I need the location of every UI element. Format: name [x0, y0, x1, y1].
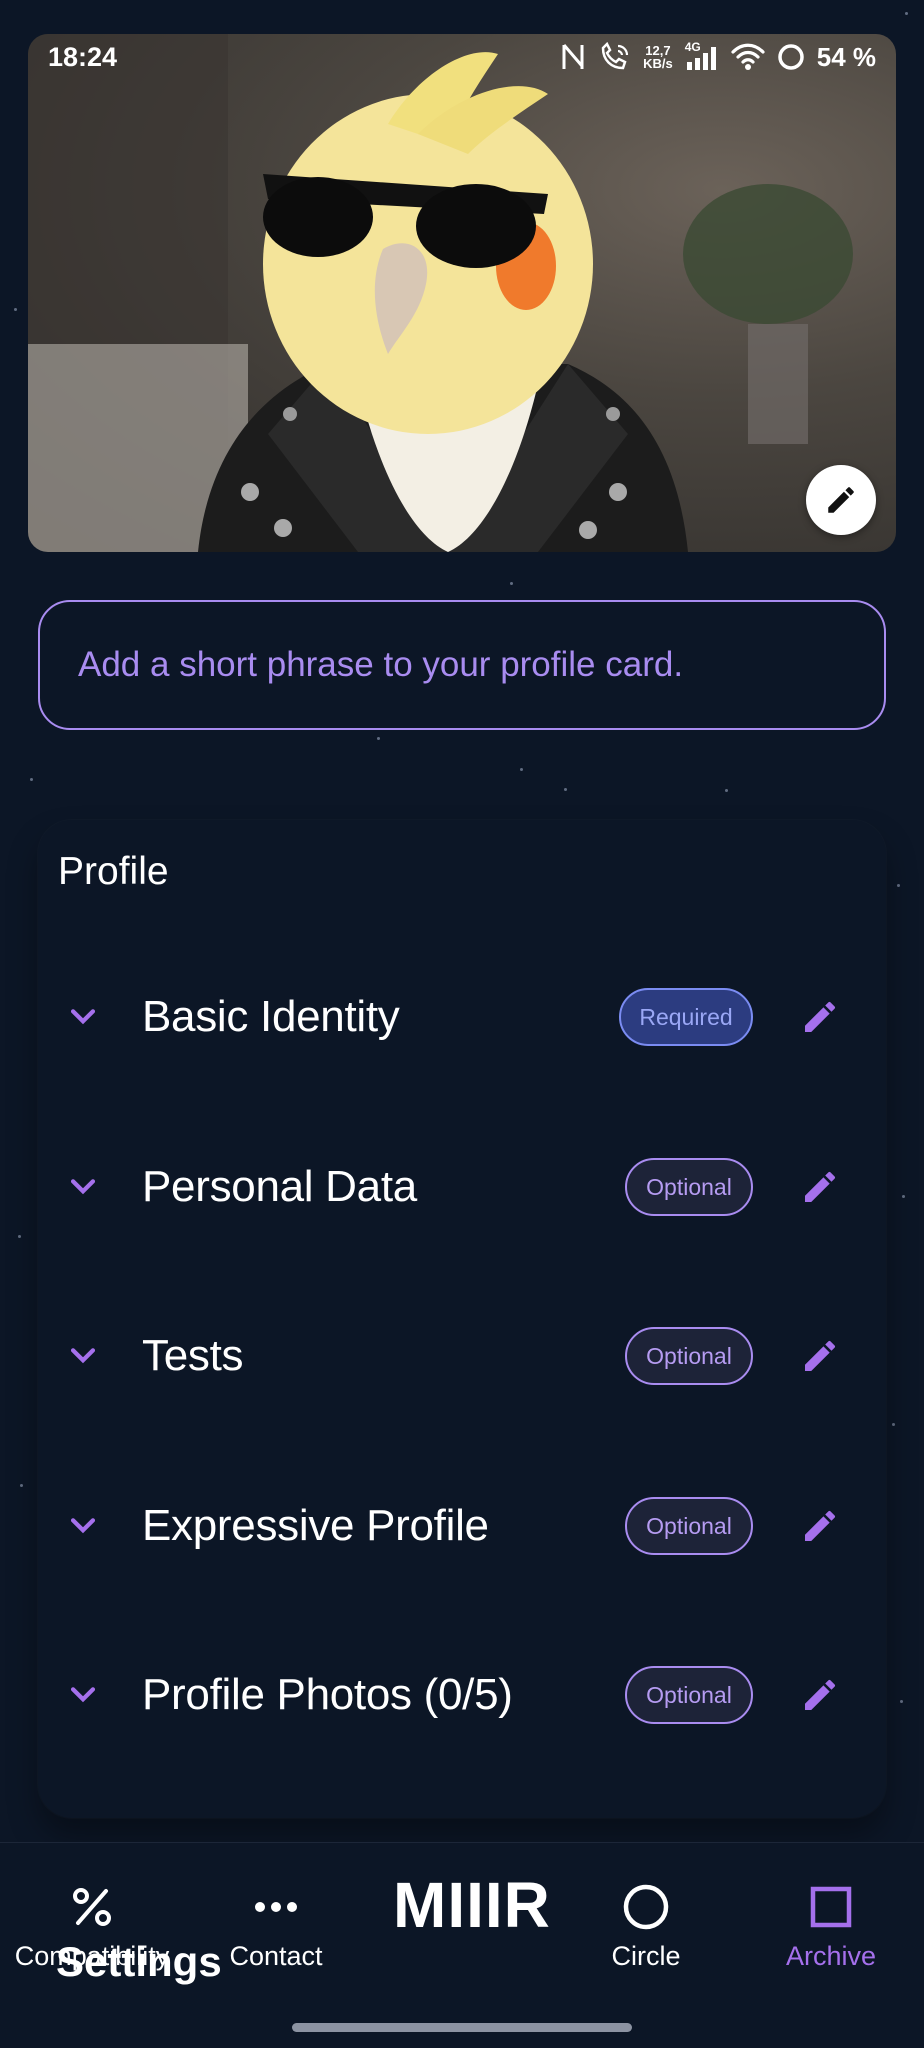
- edit-pencil-icon[interactable]: [800, 1506, 840, 1546]
- wifi-icon: [731, 43, 765, 70]
- chevron-down-icon[interactable]: [66, 1339, 100, 1373]
- required-badge: Required: [619, 988, 753, 1046]
- profile-phrase-placeholder: Add a short phrase to your profile card.: [78, 645, 684, 684]
- section-label: Expressive Profile: [142, 1501, 489, 1550]
- circle-icon: [622, 1883, 670, 1931]
- status-bar: 18:24 12,7 KB/s 4G 54 %: [28, 34, 896, 80]
- nav-label: Circle: [611, 1941, 681, 1971]
- nav-circle[interactable]: Circle: [556, 1883, 736, 1972]
- battery-ring-icon: [777, 44, 804, 70]
- network-speed: 12,7 KB/s: [643, 43, 673, 71]
- home-indicator[interactable]: [292, 2023, 632, 2032]
- clock: 18:24: [48, 41, 118, 72]
- chevron-down-icon[interactable]: [66, 1509, 100, 1543]
- square-icon: [807, 1883, 855, 1931]
- nav-label: Contact: [229, 1941, 323, 1971]
- percent-icon: [68, 1883, 116, 1931]
- optional-badge: Optional: [625, 1327, 753, 1385]
- chevron-down-icon[interactable]: [66, 1170, 100, 1204]
- edit-pencil-icon[interactable]: [800, 1167, 840, 1207]
- section-label: Basic Identity: [142, 992, 400, 1041]
- cockatiel-illustration: [28, 34, 853, 552]
- section-label: Personal Data: [142, 1162, 417, 1211]
- edit-pencil-icon[interactable]: [800, 1675, 840, 1715]
- edit-cover-button[interactable]: [806, 465, 876, 535]
- section-label: Tests: [142, 1331, 244, 1380]
- dots-icon: [252, 1883, 300, 1931]
- profile-section-title: Profile: [58, 850, 169, 893]
- edit-pencil-icon[interactable]: [800, 1336, 840, 1376]
- profile-card: Profile Basic Identity Required Personal…: [38, 820, 886, 1818]
- battery-percent: 54 %: [816, 41, 876, 72]
- optional-badge: Optional: [625, 1158, 753, 1216]
- optional-badge: Optional: [625, 1666, 753, 1724]
- pencil-icon: [828, 487, 854, 513]
- optional-badge: Optional: [625, 1497, 753, 1555]
- section-row-tests[interactable]: Tests Optional: [38, 1311, 886, 1401]
- section-label: Profile Photos (0/5): [142, 1670, 513, 1719]
- nfc-icon: [562, 44, 584, 69]
- section-row-personal-data[interactable]: Personal Data Optional: [38, 1142, 886, 1232]
- section-row-profile-photos[interactable]: Profile Photos (0/5) Optional: [38, 1650, 886, 1740]
- profile-cover-photo[interactable]: [28, 34, 896, 552]
- signal-icon: 4G: [685, 40, 719, 72]
- edit-pencil-icon[interactable]: [800, 997, 840, 1037]
- nav-label: Archive: [785, 1941, 877, 1971]
- volte-call-icon: [601, 42, 629, 70]
- chevron-down-icon[interactable]: [66, 1000, 100, 1034]
- section-row-expressive-profile[interactable]: Expressive Profile Optional: [38, 1481, 886, 1571]
- profile-phrase-input[interactable]: Add a short phrase to your profile card.: [38, 600, 886, 730]
- chevron-down-icon[interactable]: [66, 1678, 100, 1712]
- settings-overlay-label[interactable]: Settings: [56, 1938, 222, 1986]
- nav-archive[interactable]: Archive: [741, 1883, 921, 1972]
- brand-logo[interactable]: MIIIR: [393, 1868, 551, 1942]
- section-row-basic-identity[interactable]: Basic Identity Required: [38, 972, 886, 1062]
